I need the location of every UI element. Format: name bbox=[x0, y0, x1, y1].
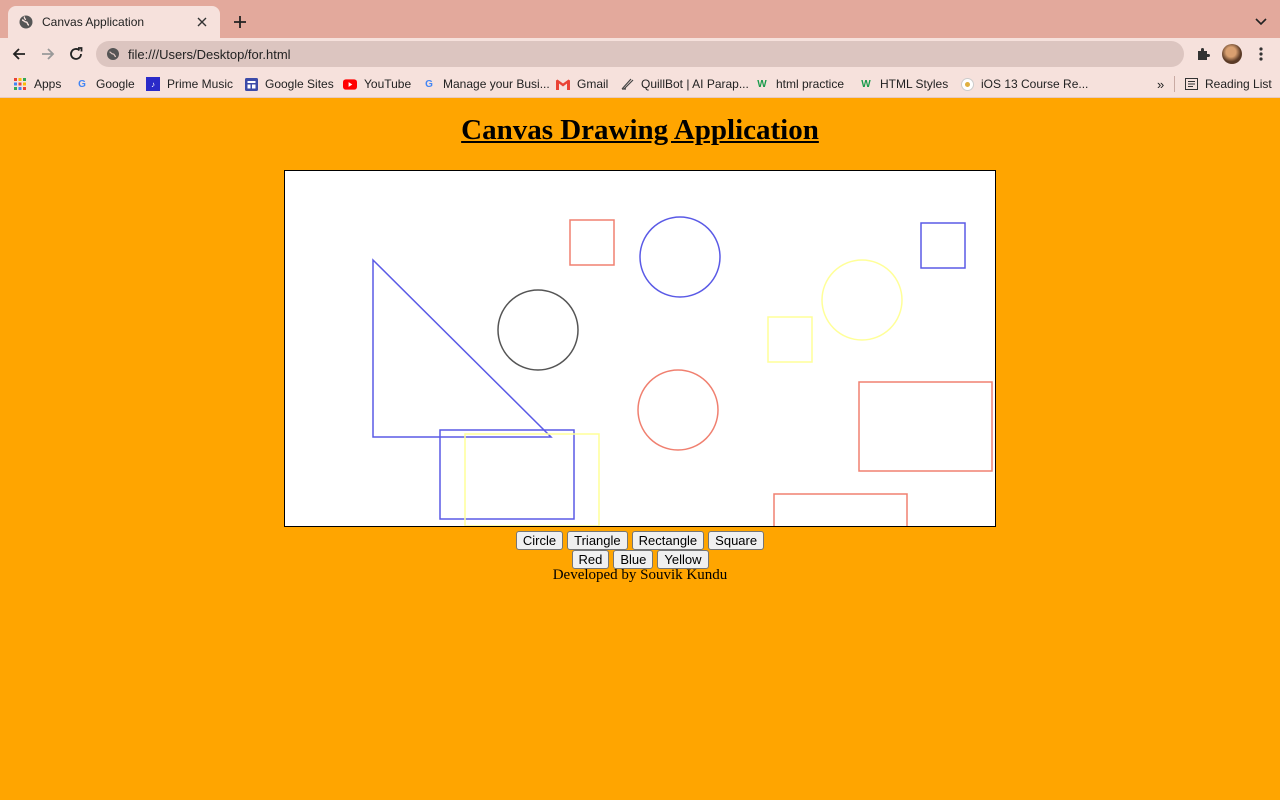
bookmark-prime-music[interactable]: ♪ Prime Music bbox=[146, 75, 233, 93]
page-title: Canvas Drawing Application bbox=[461, 114, 819, 146]
shape-triangle bbox=[372, 258, 553, 438]
drawing-canvas[interactable] bbox=[284, 170, 996, 527]
gmail-icon bbox=[556, 77, 570, 91]
shape-button-row: Circle Triangle Rectangle Square bbox=[0, 531, 1280, 550]
bookmark-html-practice[interactable]: W html practice bbox=[755, 75, 844, 93]
new-tab-button[interactable] bbox=[230, 12, 250, 32]
bookmark-google[interactable]: G Google bbox=[75, 75, 135, 93]
google-icon: G bbox=[425, 78, 433, 90]
url-text: file:///Users/Desktop/for.html bbox=[128, 46, 291, 62]
tab-search-chevron-icon[interactable] bbox=[1254, 14, 1268, 28]
shape-circle bbox=[497, 289, 579, 371]
browser-tab[interactable]: Canvas Application bbox=[8, 6, 220, 38]
globe-icon bbox=[18, 14, 34, 30]
prime-music-icon: ♪ bbox=[146, 77, 160, 91]
shape-rectangle bbox=[773, 493, 908, 526]
canvas-drawing bbox=[372, 216, 993, 526]
shape-square bbox=[569, 219, 615, 266]
course-icon bbox=[960, 77, 974, 91]
shape-circle bbox=[639, 216, 721, 298]
shape-square bbox=[920, 222, 966, 269]
close-tab-icon[interactable] bbox=[194, 14, 210, 30]
tab-title: Canvas Application bbox=[42, 15, 145, 29]
reading-list-icon bbox=[1184, 77, 1198, 91]
bookmarks-bar: Apps G Google ♪ Prime Music Google Sites… bbox=[0, 70, 1280, 98]
google-icon: G bbox=[78, 78, 86, 90]
forward-button[interactable] bbox=[38, 44, 58, 64]
extensions-puzzle-icon[interactable] bbox=[1193, 44, 1213, 64]
address-bar[interactable]: file:///Users/Desktop/for.html bbox=[96, 41, 1184, 67]
w3schools-icon: W bbox=[757, 78, 767, 90]
rectangle-button[interactable]: Rectangle bbox=[631, 531, 705, 550]
bookmark-apps[interactable]: Apps bbox=[13, 75, 61, 93]
browser-toolbar: file:///Users/Desktop/for.html bbox=[0, 38, 1280, 70]
back-button[interactable] bbox=[9, 44, 29, 64]
bookmarks-divider bbox=[1174, 76, 1175, 92]
bookmark-google-sites[interactable]: Google Sites bbox=[244, 75, 334, 93]
reading-list-button[interactable]: Reading List bbox=[1184, 75, 1272, 93]
browser-menu-kebab-icon[interactable] bbox=[1251, 44, 1271, 64]
footer-credit: Developed by Souvik Kundu bbox=[552, 567, 728, 583]
shape-circle bbox=[821, 259, 903, 341]
triangle-button[interactable]: Triangle bbox=[567, 531, 628, 550]
bookmark-gmail[interactable]: Gmail bbox=[556, 75, 608, 93]
apps-grid-icon bbox=[13, 77, 27, 91]
reload-button[interactable] bbox=[66, 44, 86, 64]
youtube-icon bbox=[343, 77, 357, 91]
bookmark-manage-business[interactable]: G Manage your Busi... bbox=[422, 75, 550, 93]
square-button[interactable]: Square bbox=[708, 531, 765, 550]
bookmark-youtube[interactable]: YouTube bbox=[343, 75, 411, 93]
tab-strip: Canvas Application bbox=[0, 0, 1280, 38]
circle-button[interactable]: Circle bbox=[515, 531, 564, 550]
shape-rectangle bbox=[439, 429, 575, 520]
bookmark-quillbot[interactable]: QuillBot | AI Parap... bbox=[620, 75, 749, 93]
quillbot-icon bbox=[620, 77, 634, 91]
site-info-icon[interactable] bbox=[106, 47, 120, 61]
bookmarks-overflow-button[interactable]: » bbox=[1157, 75, 1164, 93]
profile-avatar[interactable] bbox=[1222, 44, 1242, 64]
shape-rectangle bbox=[464, 433, 600, 526]
google-sites-icon bbox=[244, 77, 258, 91]
w3schools-icon: W bbox=[861, 78, 871, 90]
bookmark-html-styles[interactable]: W HTML Styles bbox=[859, 75, 948, 93]
bookmark-ios-course[interactable]: iOS 13 Course Re... bbox=[960, 75, 1088, 93]
shape-square bbox=[767, 316, 813, 363]
shape-rectangle bbox=[858, 381, 993, 472]
shape-circle bbox=[637, 369, 719, 451]
